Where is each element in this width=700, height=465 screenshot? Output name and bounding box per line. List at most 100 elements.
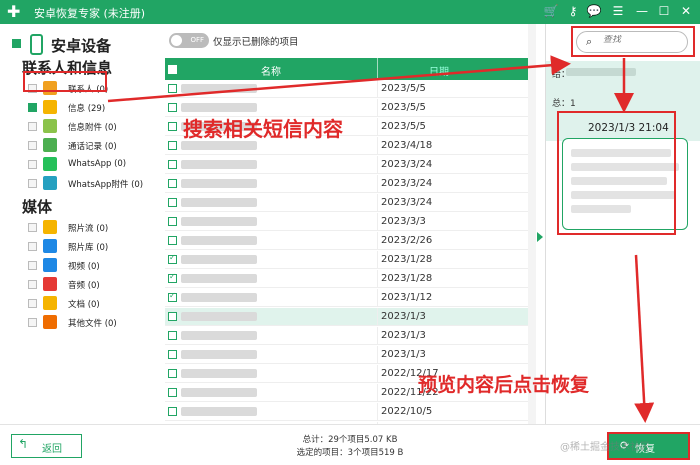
row-checkbox[interactable] xyxy=(168,122,177,131)
blurred-phone-number xyxy=(181,84,257,93)
table-row[interactable]: 2023/1/28 xyxy=(165,270,528,288)
table-row[interactable]: 2023/3/24 xyxy=(165,194,528,212)
close-icon[interactable]: ✕ xyxy=(678,3,694,19)
row-checkbox[interactable] xyxy=(168,291,177,302)
select-all-checkbox[interactable] xyxy=(168,65,177,74)
sidebar-item-checkbox[interactable] xyxy=(28,242,37,251)
device-checkbox[interactable] xyxy=(12,39,21,48)
minimize-icon[interactable]: — xyxy=(634,3,650,19)
sidebar-item[interactable]: 信息 (29) xyxy=(28,99,163,117)
row-checkbox[interactable] xyxy=(168,312,177,321)
blurred-phone-number xyxy=(181,103,257,112)
column-date-header[interactable]: 日期 xyxy=(429,63,449,78)
row-checkbox[interactable] xyxy=(168,236,177,245)
table-row[interactable]: 2023/3/24 xyxy=(165,175,528,193)
blurred-phone-number xyxy=(181,236,257,245)
row-date: 2023/1/28 xyxy=(381,254,433,265)
row-date: 2023/5/5 xyxy=(381,102,426,113)
sidebar-item[interactable]: 通话记录 (0) xyxy=(28,137,163,155)
row-checkbox[interactable] xyxy=(168,103,177,112)
row-checkbox[interactable] xyxy=(168,272,177,283)
sidebar-item-checkbox[interactable] xyxy=(28,299,37,308)
table-row[interactable]: 2023/3/24 xyxy=(165,156,528,174)
whatsapp-icon xyxy=(43,157,57,171)
sidebar-item-checkbox[interactable] xyxy=(28,160,37,169)
table-row[interactable]: 2023/5/5 xyxy=(165,80,528,98)
sidebar-item[interactable]: 照片库 (0) xyxy=(28,238,163,256)
chat-icon[interactable]: 💬 xyxy=(586,3,602,19)
row-checkbox[interactable] xyxy=(168,388,177,397)
sidebar-item-checkbox[interactable] xyxy=(28,223,37,232)
key-icon[interactable]: ⚷ xyxy=(565,3,581,19)
photostream-icon xyxy=(43,220,57,234)
photo-library-icon xyxy=(43,239,57,253)
blurred-phone-number xyxy=(181,369,257,378)
blurred-phone-number xyxy=(181,293,257,302)
row-checkbox[interactable] xyxy=(168,198,177,207)
sidebar-item-label: 文档 (0) xyxy=(68,300,100,310)
app-logo-icon: ✚ xyxy=(7,2,21,21)
sidebar-item[interactable]: WhatsApp (0) xyxy=(28,156,163,174)
row-checkbox[interactable] xyxy=(168,217,177,226)
device-label: 安卓设备 xyxy=(51,37,112,55)
sidebar-item[interactable]: 音频 (0) xyxy=(28,276,163,294)
audio-icon xyxy=(43,277,57,291)
sidebar-item-checkbox[interactable] xyxy=(28,179,37,188)
search-highlight-box xyxy=(571,26,695,57)
sidebar-item[interactable]: 其他文件 (0) xyxy=(28,314,163,332)
sidebar-item-checkbox[interactable] xyxy=(28,280,37,289)
sidebar-item-checkbox[interactable] xyxy=(28,103,37,112)
row-checkbox[interactable] xyxy=(168,350,177,359)
blurred-phone-number xyxy=(181,141,257,150)
row-checkbox[interactable] xyxy=(168,331,177,340)
blurred-phone-number xyxy=(181,407,257,416)
maximize-icon[interactable]: ☐ xyxy=(656,3,672,19)
row-date: 2023/1/28 xyxy=(381,273,433,284)
table-row[interactable]: 2022/10/5 xyxy=(165,403,528,421)
blurred-phone-number xyxy=(181,255,257,264)
row-checkbox[interactable] xyxy=(168,253,177,264)
row-checkbox[interactable] xyxy=(168,84,177,93)
row-checkbox[interactable] xyxy=(168,141,177,150)
device-row[interactable]: 安卓设备 xyxy=(10,32,160,56)
sidebar-item-label: 信息附件 (0) xyxy=(68,123,117,133)
sidebar-item[interactable]: 文档 (0) xyxy=(28,295,163,313)
sidebar-item[interactable]: 视频 (0) xyxy=(28,257,163,275)
sidebar-item-checkbox[interactable] xyxy=(28,318,37,327)
sidebar-section-title: 媒体 xyxy=(22,198,53,216)
table-row[interactable]: 2023/3/3 xyxy=(165,213,528,231)
row-checkbox[interactable] xyxy=(168,160,177,169)
sidebar-item-label: 照片库 (0) xyxy=(68,243,109,253)
attachment-icon xyxy=(43,119,57,133)
sidebar-item[interactable]: 照片流 (0) xyxy=(28,219,163,237)
sidebar-item-checkbox[interactable] xyxy=(28,141,37,150)
sidebar-item-label: 通话记录 (0) xyxy=(68,142,117,152)
list-scrollbar[interactable] xyxy=(528,24,536,424)
table-row[interactable]: 2023/1/3 xyxy=(165,327,528,345)
blurred-phone-number xyxy=(181,179,257,188)
row-date: 2023/3/3 xyxy=(381,216,426,227)
row-checkbox[interactable] xyxy=(168,179,177,188)
table-row[interactable]: 2023/1/28 xyxy=(165,251,528,269)
table-row[interactable]: 2023/2/26 xyxy=(165,232,528,250)
column-name-header[interactable]: 名称 xyxy=(261,63,281,78)
sidebar-item[interactable]: WhatsApp附件 (0) xyxy=(28,175,163,193)
table-row[interactable]: 2023/1/3 xyxy=(165,346,528,364)
sidebar-item-checkbox[interactable] xyxy=(28,122,37,131)
deleted-only-toggle[interactable]: OFF xyxy=(169,33,209,48)
row-checkbox[interactable] xyxy=(168,407,177,416)
sidebar-item-label: 音频 (0) xyxy=(68,281,100,291)
menu-icon[interactable]: ☰ xyxy=(610,3,626,19)
expand-arrow-icon[interactable] xyxy=(537,232,543,242)
call-log-icon xyxy=(43,138,57,152)
blurred-phone-number xyxy=(181,331,257,340)
sidebar-item[interactable]: 信息附件 (0) xyxy=(28,118,163,136)
table-row[interactable]: 2023/1/12 xyxy=(165,289,528,307)
cart-icon[interactable]: 🛒 xyxy=(543,3,559,19)
title-bar: ✚ 安卓恢复专家 (未注册) 🛒 ⚷ 💬 ☰ — ☐ ✕ xyxy=(0,0,700,24)
sidebar-item-label: 信息 (29) xyxy=(68,104,106,114)
sidebar-item-checkbox[interactable] xyxy=(28,261,37,270)
table-row[interactable]: 2023/1/3 xyxy=(165,308,528,326)
row-checkbox[interactable] xyxy=(168,369,177,378)
sidebar-item-label: WhatsApp (0) xyxy=(68,159,127,169)
